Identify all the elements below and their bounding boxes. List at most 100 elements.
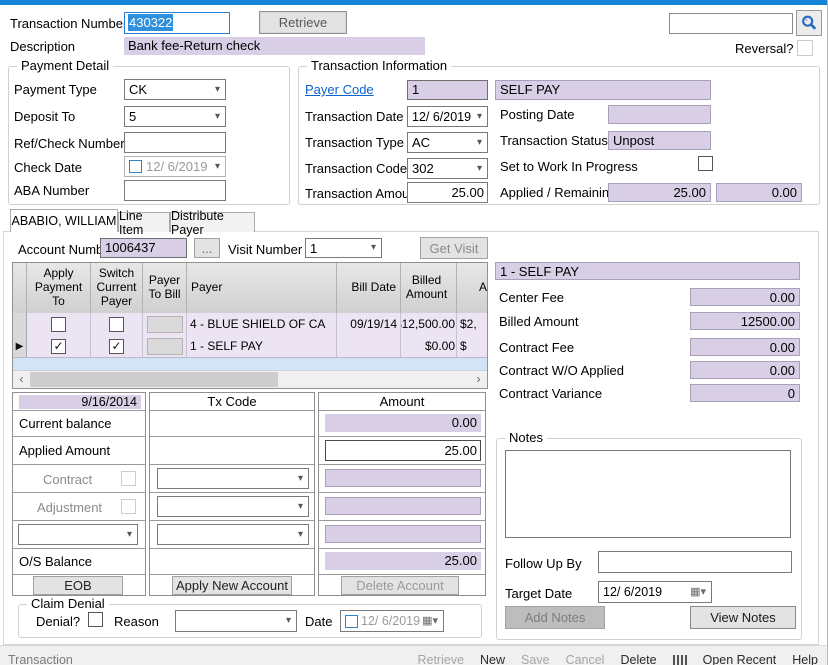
chevron-down-icon: ▾ (286, 616, 296, 626)
tab-patient[interactable]: ABABIO, WILLIAM (10, 209, 118, 232)
chevron-down-icon: ▾ (477, 112, 487, 122)
reversal-checkbox[interactable] (797, 40, 813, 56)
billed-amount-cell[interactable]: $0.00 (401, 335, 457, 357)
col-switch-current-payer[interactable]: Switch Current Payer (91, 263, 143, 313)
adjustment-row: Adjustment (13, 493, 145, 521)
get-visit-button[interactable]: Get Visit (420, 237, 488, 259)
statusbar-open-recent[interactable]: Open Recent (703, 653, 777, 665)
payer-code-link[interactable]: Payer Code (305, 82, 374, 97)
contract-txcode-select[interactable]: ▾ (157, 468, 309, 489)
search-input[interactable] (669, 13, 793, 34)
scroll-left-arrow[interactable]: ‹ (13, 371, 30, 387)
apply-payment-checkbox[interactable]: ✓ (51, 339, 66, 354)
col-payer[interactable]: Payer (187, 263, 337, 313)
transaction-amount-input[interactable]: 25.00 (407, 182, 488, 203)
denial-date-checkbox[interactable] (345, 615, 358, 628)
statusbar-delete[interactable]: Delete (620, 653, 656, 665)
check-date-checkbox[interactable] (129, 160, 142, 173)
target-date-picker[interactable]: 12/ 6/2019 ▦▾ (598, 581, 712, 603)
col-bill-date[interactable]: Bill Date (337, 263, 401, 313)
applied-amount-row: Applied Amount (13, 437, 145, 465)
payer-row[interactable]: ▶ ✓ ✓ 1 - SELF PAY $0.00 $ (13, 335, 487, 358)
denial-date-label: Date (305, 614, 332, 629)
add-notes-button[interactable]: Add Notes (505, 606, 605, 629)
tx-code-header: Tx Code (150, 393, 314, 411)
payer-to-bill-cell[interactable] (143, 313, 187, 335)
col-next-partial[interactable]: A (457, 263, 487, 313)
switch-payer-checkbox[interactable]: ✓ (109, 339, 124, 354)
delete-account-button[interactable]: Delete Account (341, 576, 459, 595)
statusbar-save[interactable]: Save (521, 653, 550, 665)
transaction-type-select[interactable]: AC ▾ (407, 132, 488, 153)
set-wip-checkbox[interactable] (698, 156, 713, 171)
retrieve-button[interactable]: Retrieve (259, 11, 347, 34)
apply-new-account-button[interactable]: Apply New Account (172, 576, 292, 595)
apply-payment-checkbox[interactable] (51, 317, 66, 332)
applied-amount-input[interactable]: 25.00 (325, 440, 481, 461)
payment-type-select[interactable]: CK ▾ (124, 79, 226, 100)
extra-txcode-select[interactable]: ▾ (157, 524, 309, 545)
contract-fee-label: Contract Fee (499, 340, 574, 355)
tab-line-item[interactable]: Line Item (118, 212, 170, 232)
bill-date-cell[interactable]: 09/19/14 (337, 313, 401, 335)
payer-name-field: SELF PAY (495, 80, 711, 100)
payer-to-bill-cell[interactable] (143, 335, 187, 357)
view-notes-button[interactable]: View Notes (690, 606, 796, 629)
statusbar-retrieve[interactable]: Retrieve (417, 653, 464, 665)
eob-button[interactable]: EOB (33, 576, 123, 595)
chevron-down-icon: ▾ (298, 474, 308, 484)
payer-cell[interactable]: 1 - SELF PAY (187, 335, 337, 357)
adjustment-checkbox[interactable] (121, 499, 136, 514)
adjustment-txcode-select[interactable]: ▾ (157, 496, 309, 517)
partial-cell[interactable]: $2, (457, 313, 487, 335)
transaction-number-input[interactable]: 430322 (124, 12, 230, 34)
payer-cell[interactable]: 4 - BLUE SHIELD OF CA (187, 313, 337, 335)
scroll-right-arrow[interactable]: › (470, 371, 487, 387)
aba-number-input[interactable] (124, 180, 226, 201)
account-lookup-button[interactable]: ... (194, 238, 220, 258)
row-selector[interactable]: ▶ (13, 335, 27, 357)
transaction-code-select[interactable]: 302 ▾ (407, 158, 488, 179)
check-date-picker[interactable]: 12/ 6/2019 ▾ (124, 156, 226, 177)
apply-payment-cell[interactable]: ✓ (27, 335, 91, 357)
ref-check-number-input[interactable] (124, 132, 226, 153)
visit-number-select[interactable]: 1 ▾ (305, 238, 382, 258)
transaction-date-label: Transaction Date (305, 109, 404, 124)
tab-distribute-payer[interactable]: Distribute Payer (170, 212, 255, 232)
payment-detail-title: Payment Detail (17, 58, 113, 73)
apply-table-amount-column: Amount 0.00 25.00 25.00 Delete Account (318, 392, 486, 596)
col-payer-to-bill[interactable]: Payer To Bill (143, 263, 187, 313)
deposit-to-select[interactable]: 5 ▾ (124, 106, 226, 127)
payer-row[interactable]: 4 - BLUE SHIELD OF CA 09/19/14 $12,500.0… (13, 313, 487, 336)
switch-payer-checkbox[interactable] (109, 317, 124, 332)
transaction-date-picker[interactable]: 12/ 6/2019 ▾ (407, 106, 488, 127)
grid-horizontal-scrollbar[interactable]: ‹ › (13, 370, 487, 388)
scrollbar-thumb[interactable] (30, 372, 278, 387)
partial-cell[interactable]: $ (457, 335, 487, 357)
follow-up-by-input[interactable] (598, 551, 792, 573)
statusbar-help[interactable]: Help (792, 653, 818, 665)
bill-date-cell[interactable] (337, 335, 401, 357)
search-button[interactable] (796, 10, 822, 36)
denial-date-picker[interactable]: 12/ 6/2019 ▦▾ (340, 610, 444, 632)
current-balance-row: Current balance (13, 411, 145, 437)
denial-checkbox[interactable] (88, 612, 103, 627)
payer-detail-title-bar: 1 - SELF PAY (495, 262, 800, 280)
col-apply-payment-to[interactable]: Apply Payment To (27, 263, 91, 313)
statusbar-cancel[interactable]: Cancel (566, 653, 605, 665)
extra-amount-row (319, 521, 485, 549)
row-selector[interactable] (13, 313, 27, 335)
extra-code-select[interactable]: ▾ (18, 524, 138, 545)
contract-variance-field: 0 (690, 384, 800, 402)
apply-payment-cell[interactable] (27, 313, 91, 335)
switch-payer-cell[interactable]: ✓ (91, 335, 143, 357)
notes-textarea[interactable] (505, 450, 791, 538)
current-balance-field: 0.00 (325, 414, 481, 432)
contract-checkbox[interactable] (121, 471, 136, 486)
transaction-code-label: Transaction Code (305, 161, 407, 176)
statusbar-new[interactable]: New (480, 653, 505, 665)
switch-payer-cell[interactable] (91, 313, 143, 335)
billed-amount-cell[interactable]: $12,500.00 (401, 313, 457, 335)
denial-reason-select[interactable]: ▾ (175, 610, 297, 632)
col-billed-amount[interactable]: Billed Amount (401, 263, 457, 313)
